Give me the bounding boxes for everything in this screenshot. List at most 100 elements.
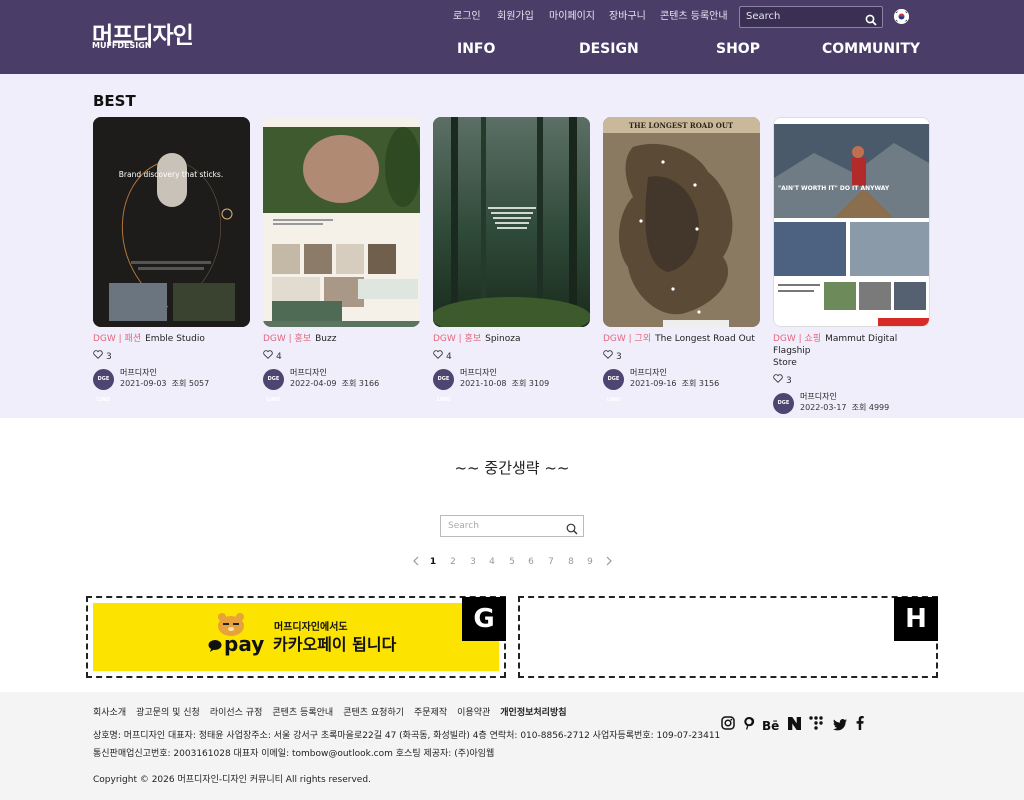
page-2[interactable]: 2 (447, 556, 459, 568)
card-likes[interactable]: 4 (433, 350, 590, 363)
dots-icon[interactable] (809, 715, 823, 730)
card-meta: DGW | 패션 Emble Studio (93, 333, 250, 345)
post-date: 2021-10-08 (460, 379, 507, 388)
card-author[interactable]: DGE LINO 머프디자인 2021-09-03 조회 5057 (93, 368, 250, 403)
card-category[interactable]: DGW | 홍보 (263, 334, 311, 344)
heart-icon[interactable] (773, 374, 783, 387)
card-likes[interactable]: 4 (263, 350, 420, 363)
card-title[interactable]: The Longest Road Out (655, 334, 755, 344)
search-input[interactable]: Search (440, 515, 584, 537)
best-card[interactable]: "AIN'T WORTH IT" DO IT ANYWAY DGW | 쇼핑 Ma… (773, 117, 930, 427)
heart-icon[interactable] (263, 350, 273, 363)
logo[interactable]: 머프디자인 MUFFDESIGN (92, 24, 194, 50)
facebook-icon[interactable] (856, 715, 864, 730)
page-8[interactable]: 8 (565, 556, 577, 568)
content-guide-link[interactable]: 콘텐츠 등록안내 (660, 10, 728, 24)
ad-slot-h[interactable] (518, 596, 938, 678)
heart-icon[interactable] (433, 350, 443, 363)
post-date-views: 2022-03-17 조회 4999 (800, 403, 889, 413)
avatar[interactable]: DGE LINO (603, 369, 624, 403)
card-likes-count: 4 (276, 352, 282, 362)
card-likes-count: 3 (106, 352, 112, 362)
card-thumbnail[interactable] (263, 117, 420, 327)
card-title[interactable]: Emble Studio (145, 334, 205, 344)
avatar[interactable]: DGE LINO (263, 369, 284, 403)
footer-link-content-request[interactable]: 콘텐츠 요청하기 (343, 708, 404, 718)
card-likes-count: 3 (616, 352, 622, 362)
cart-link[interactable]: 장바구니 (609, 10, 646, 24)
card-title[interactable]: Spinoza (485, 334, 520, 344)
mypage-link[interactable]: 마이페이지 (549, 10, 595, 24)
heart-icon[interactable] (93, 350, 103, 363)
card-author[interactable]: DGE LINO 머프디자인 2021-09-16 조회 3156 (603, 368, 760, 403)
card-author[interactable]: DGE LINO 머프디자인 2022-03-17 조회 4999 (773, 392, 930, 427)
login-link[interactable]: 로그인 (453, 10, 481, 24)
page-1[interactable]: 1 (427, 556, 439, 568)
search-icon[interactable] (865, 11, 877, 30)
card-category[interactable]: DGW | 쇼핑 (773, 334, 821, 344)
korea-flag-icon[interactable] (894, 9, 909, 24)
author-name: 머프디자인 (800, 392, 837, 401)
card-likes[interactable]: 3 (603, 350, 760, 363)
best-card[interactable]: Brand discovery that sticks. DGW | 패션 Emb… (93, 117, 250, 403)
kakao-banner-line1: 머프디자인에서도 (274, 622, 348, 633)
card-category[interactable]: DGW | 홍보 (433, 334, 481, 344)
avatar[interactable]: DGE LINO (93, 369, 114, 403)
header-search-input[interactable]: Search (739, 6, 883, 28)
footer-link-about[interactable]: 회사소개 (93, 708, 126, 718)
best-card[interactable]: DGW | 홍보 Buzz 4 DGE LINO 머프디자인 2022-04-09… (263, 117, 420, 403)
card-thumbnail[interactable]: THE LONGEST ROAD OUT (603, 117, 760, 327)
nav-info[interactable]: INFO (457, 41, 495, 57)
footer-links: 회사소개 광고문의 및 신청 라이선스 규정 콘텐츠 등록안내 콘텐츠 요청하기 주문제작… (93, 707, 577, 719)
prev-page-icon[interactable] (410, 556, 422, 570)
card-category[interactable]: DGW | 그외 (603, 334, 651, 344)
heart-icon[interactable] (603, 350, 613, 363)
post-date-views: 2021-09-16 조회 3156 (630, 379, 719, 389)
post-views: 조회 3156 (681, 379, 720, 388)
page-4[interactable]: 4 (486, 556, 498, 568)
instagram-icon[interactable] (721, 715, 735, 730)
card-title-line2[interactable]: Store (773, 358, 797, 368)
best-card[interactable]: DGW | 홍보 Spinoza 4 DGE LINO 머프디자인 2021-10… (433, 117, 590, 403)
nav-shop[interactable]: SHOP (716, 41, 760, 57)
next-page-icon[interactable] (603, 556, 615, 570)
card-meta: DGW | 쇼핑 Mammut Digital Flagship Store (773, 333, 930, 369)
post-date: 2022-03-17 (800, 403, 847, 412)
card-author[interactable]: DGE LINO 머프디자인 2022-04-09 조회 3166 (263, 368, 420, 403)
card-author[interactable]: DGE LINO 머프디자인 2021-10-08 조회 3109 (433, 368, 590, 403)
page-9[interactable]: 9 (584, 556, 596, 568)
naver-icon[interactable] (788, 715, 801, 730)
search-icon[interactable] (566, 520, 578, 539)
best-section: BEST Brand discovery that sticks. DGW | … (0, 74, 1024, 427)
nav-design[interactable]: DESIGN (579, 41, 639, 57)
page-7[interactable]: 7 (545, 556, 557, 568)
twitter-icon[interactable] (833, 716, 847, 731)
footer-link-ads[interactable]: 광고문의 및 신청 (136, 708, 200, 718)
footer-link-license[interactable]: 라이선스 규정 (210, 708, 263, 718)
card-likes[interactable]: 3 (93, 350, 250, 363)
post-views: 조회 3166 (341, 379, 380, 388)
best-card[interactable]: THE LONGEST ROAD OUT DGW | 그외 The Longest… (603, 117, 760, 403)
card-title[interactable]: Buzz (315, 334, 336, 344)
page-5[interactable]: 5 (506, 556, 518, 568)
footer-link-privacy[interactable]: 개인정보처리방침 (500, 708, 566, 718)
card-category[interactable]: DGW | 패션 (93, 334, 141, 344)
footer-link-terms[interactable]: 이용약관 (457, 708, 490, 718)
avatar[interactable]: DGE LINO (433, 369, 454, 403)
avatar[interactable]: DGE LINO (773, 393, 794, 427)
card-thumbnail[interactable]: "AIN'T WORTH IT" DO IT ANYWAY (773, 117, 930, 327)
card-thumbnail-text: "AIN'T WORTH IT" DO IT ANYWAY (778, 185, 890, 192)
footer-link-content-guide[interactable]: 콘텐츠 등록안내 (272, 708, 333, 718)
search-placeholder: Search (448, 521, 479, 531)
signup-link[interactable]: 회원가입 (497, 10, 534, 24)
page-3[interactable]: 3 (467, 556, 479, 568)
footer-link-custom-order[interactable]: 주문제작 (414, 708, 447, 718)
footer: 회사소개 광고문의 및 신청 라이선스 규정 콘텐츠 등록안내 콘텐츠 요청하기 주문제작… (0, 692, 1024, 800)
card-likes[interactable]: 3 (773, 374, 930, 387)
behance-icon[interactable]: Bē (762, 716, 780, 733)
page-6[interactable]: 6 (525, 556, 537, 568)
nav-community[interactable]: COMMUNITY (822, 41, 920, 57)
card-thumbnail[interactable]: Brand discovery that sticks. (93, 117, 250, 327)
card-thumbnail[interactable] (433, 117, 590, 327)
pinterest-icon[interactable] (743, 715, 755, 730)
